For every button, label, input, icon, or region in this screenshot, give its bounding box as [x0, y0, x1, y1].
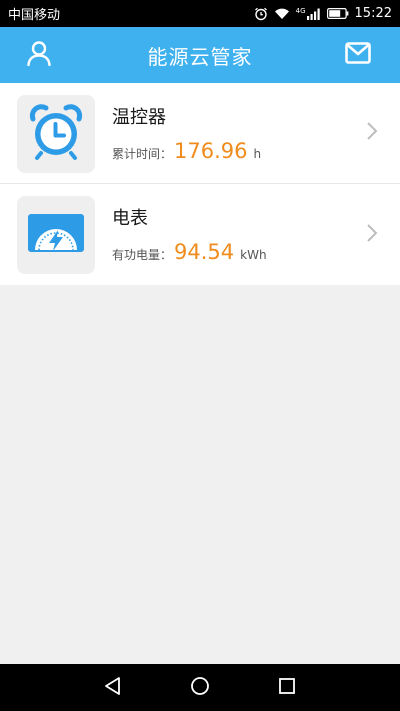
signal-type-label: 4G — [295, 6, 306, 15]
stat-label: 有功电量： — [112, 248, 173, 262]
alarm-status-icon — [254, 7, 268, 21]
user-icon — [26, 40, 52, 70]
signal-icon: 4G — [295, 6, 321, 20]
stat-value: 94.54 — [174, 240, 235, 264]
mail-icon — [345, 42, 371, 68]
page-title: 能源云管家 — [147, 44, 253, 69]
battery-icon — [326, 8, 349, 19]
back-button[interactable] — [93, 668, 133, 708]
status-icons: 4G 15:22 — [254, 6, 392, 21]
stat-label: 累计时间： — [112, 147, 173, 161]
device-item-meter[interactable]: 电表 有功电量： 94.54 kWh — [0, 184, 400, 285]
device-name: 温控器 — [112, 107, 166, 128]
messages-button[interactable] — [342, 39, 374, 71]
meter-gauge-icon — [27, 213, 85, 257]
device-list: 温控器 累计时间： 176.96 h 电表 有功电量： 94.54 kWh — [0, 83, 400, 285]
device-stat: 有功电量： 94.54 kWh — [112, 240, 267, 264]
status-bar: 中国移动 4G 15:22 — [0, 0, 400, 27]
carrier-label: 中国移动 — [8, 8, 61, 23]
back-icon — [103, 676, 123, 700]
device-icon-box — [17, 95, 95, 173]
home-button[interactable] — [180, 668, 220, 708]
device-name: 电表 — [112, 208, 148, 229]
device-text: 温控器 累计时间： 176.96 h — [112, 103, 261, 163]
recents-button[interactable] — [267, 668, 307, 708]
stat-unit: h — [253, 147, 262, 161]
home-icon — [190, 676, 210, 700]
recents-icon — [278, 677, 296, 699]
device-stat: 累计时间： 176.96 h — [112, 139, 261, 163]
chevron-right-icon — [366, 121, 378, 145]
user-profile-button[interactable] — [23, 39, 55, 71]
system-nav-bar — [0, 664, 400, 711]
stat-unit: kWh — [240, 248, 267, 262]
device-text: 电表 有功电量： 94.54 kWh — [112, 204, 267, 264]
alarm-clock-icon — [27, 103, 85, 165]
chevron-right-icon — [366, 223, 378, 247]
app-header: 能源云管家 — [0, 27, 400, 83]
stat-value: 176.96 — [174, 139, 248, 163]
device-item-thermostat[interactable]: 温控器 累计时间： 176.96 h — [0, 83, 400, 184]
device-icon-box — [17, 196, 95, 274]
wifi-icon — [274, 7, 290, 20]
clock-time: 15:22 — [354, 6, 392, 21]
